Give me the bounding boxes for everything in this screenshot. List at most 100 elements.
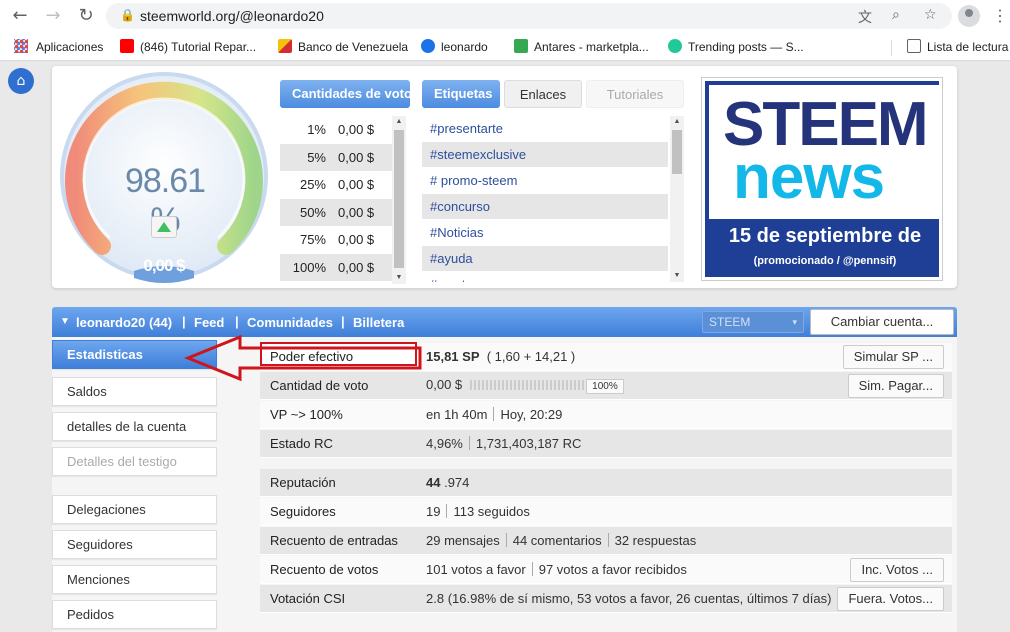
tab-tutoriales[interactable]: Tutoriales xyxy=(586,80,684,108)
vote-slider[interactable] xyxy=(470,380,585,390)
sidebar-item-saldos[interactable]: Saldos xyxy=(52,377,217,406)
back-icon[interactable]: ← xyxy=(10,6,30,26)
incoming-votes-button[interactable]: Inc. Votos ... xyxy=(850,558,944,582)
bookmark-reading-list[interactable]: Lista de lectura xyxy=(907,39,1008,54)
vote-row[interactable]: 75% 0,00 $ xyxy=(280,226,396,254)
tag-item[interactable]: #steemexclusive xyxy=(422,142,668,168)
url-text: steemworld.org/@leonardo20 xyxy=(140,8,324,24)
vote-amounts-box: Cantidades de voto 1% 0,00 $ 5% 0,00 $ 25%… xyxy=(280,80,410,284)
vote-row[interactable]: 100% 0,00 $ xyxy=(280,253,396,281)
tag-item[interactable]: #crypto xyxy=(422,272,668,282)
tab-enlaces[interactable]: Enlaces xyxy=(504,80,582,108)
bookmark-youtube[interactable]: (846) Tutorial Repar... xyxy=(120,39,256,54)
simulate-sp-button[interactable]: Simular SP ... xyxy=(842,345,944,369)
stat-row-poder: Poder efectivo 15,81 SP ( 1,60 + 14,21 )… xyxy=(260,342,952,371)
tag-list: #presentarte #steemexclusive # promo-ste… xyxy=(422,116,668,282)
chevron-down-icon[interactable]: ▼ xyxy=(60,316,70,327)
stat-value: 29 mensajes 44 comentarios 32 respuestas xyxy=(426,533,952,548)
stat-label: Votación CSI xyxy=(270,591,346,606)
stat-label: Seguidores xyxy=(270,504,336,519)
value-separator xyxy=(531,562,533,576)
csi-score: 2.8 xyxy=(426,591,445,606)
tag-item[interactable]: #ayuda xyxy=(422,246,668,272)
vote-amounts-list: 1% 0,00 $ 5% 0,00 $ 25% 0,00 $ 50% 0,00 $ 75… xyxy=(280,116,396,281)
scroll-thumb[interactable] xyxy=(672,130,682,174)
menu-icon[interactable]: ⋮ xyxy=(992,6,1008,26)
reload-icon[interactable]: ↻ xyxy=(76,6,96,26)
nav-separator: | xyxy=(182,314,186,329)
vote-value: 0,00 $ xyxy=(426,377,463,392)
sp-detail: ( 1,60 + 14,21 ) xyxy=(486,349,576,364)
tag-item[interactable]: # promo-steem xyxy=(422,168,668,194)
value-separator xyxy=(493,407,495,421)
scroll-up-icon[interactable]: ▲ xyxy=(392,116,406,128)
tab-etiquetas[interactable]: Etiquetas xyxy=(422,80,500,108)
stat-value: 4,96% 1,731,403,187 RC xyxy=(426,436,952,451)
nav-separator: | xyxy=(235,314,239,329)
outgoing-votes-button[interactable]: Fuera. Votos... xyxy=(837,587,944,611)
gauge-up-button[interactable] xyxy=(151,216,177,238)
gauge-value: 0,00 $ xyxy=(143,256,185,275)
rc-amount: 1,731,403,187 RC xyxy=(475,436,582,451)
bookmark-leonardo[interactable]: leonardo xyxy=(421,39,488,54)
steem-news-banner[interactable]: STEEM news 15 de septiembre de (promocio… xyxy=(701,77,943,281)
tags-scrollbar[interactable]: ▲ ▼ xyxy=(670,116,684,282)
switch-account-button[interactable]: Cambiar cuenta... xyxy=(810,309,954,335)
sp-total: 15,81 SP xyxy=(426,349,480,364)
scroll-down-icon[interactable]: ▼ xyxy=(392,272,406,284)
news-date: 15 de septiembre de xyxy=(728,225,922,247)
vote-row[interactable]: 25% 0,00 $ xyxy=(280,171,396,199)
replies-count: 32 respuestas xyxy=(614,533,697,548)
tag-item[interactable]: #concurso xyxy=(422,194,668,220)
sidebar-item-delegaciones[interactable]: Delegaciones xyxy=(52,495,217,524)
sidebar-item-pedidos[interactable]: Pedidos xyxy=(52,600,217,629)
nav-feed[interactable]: Feed xyxy=(194,315,224,330)
bookmark-trending[interactable]: Trending posts — S... xyxy=(668,39,804,54)
scroll-down-icon[interactable]: ▼ xyxy=(670,270,684,282)
vote-scrollbar[interactable]: ▲ ▼ xyxy=(392,116,406,284)
star-icon[interactable]: ☆ xyxy=(924,7,937,23)
banco-icon xyxy=(278,39,292,53)
steemit-icon xyxy=(421,39,435,53)
account-name[interactable]: leonardo20 (44) xyxy=(76,315,172,330)
news-subtitle: (promocionado / @pennsif) xyxy=(753,255,897,267)
scroll-up-icon[interactable]: ▲ xyxy=(670,116,684,128)
vote-amount: 0,00 $ xyxy=(338,177,375,192)
profile-avatar[interactable] xyxy=(958,5,980,27)
value-separator xyxy=(468,436,470,450)
nav-communities[interactable]: Comunidades xyxy=(247,315,333,330)
tab-vote-amounts[interactable]: Cantidades de voto xyxy=(280,80,410,108)
sidebar-item-seguidores[interactable]: Seguidores xyxy=(52,530,217,559)
sidebar-item-menciones[interactable]: Menciones xyxy=(52,565,217,594)
forward-icon[interactable]: → xyxy=(43,6,63,26)
bookmark-apps[interactable]: Aplicaciones xyxy=(14,39,103,54)
stat-label: Recuento de entradas xyxy=(270,533,398,548)
followers-count[interactable]: 19 xyxy=(426,504,440,519)
sidebar-item-estadisticas[interactable]: Estadisticas xyxy=(52,340,217,369)
bookmark-banco[interactable]: Banco de Venezuela xyxy=(278,39,408,54)
vote-row[interactable]: 1% 0,00 $ xyxy=(280,116,396,144)
vote-row[interactable]: 50% 0,00 $ xyxy=(280,198,396,226)
sim-pay-button[interactable]: Sim. Pagar... xyxy=(847,374,944,398)
tag-item[interactable]: #presentarte xyxy=(422,116,668,142)
vote-pct: 75% xyxy=(299,232,326,247)
sidebar-item-detalles-cuenta[interactable]: detalles de la cuenta xyxy=(52,412,217,441)
vote-row[interactable]: 5% 0,00 $ xyxy=(280,143,396,171)
sidebar-item-detalles-testigo[interactable]: Detalles del testigo xyxy=(52,447,217,476)
token-select[interactable]: STEEM xyxy=(702,311,804,333)
tag-item[interactable]: #Noticias xyxy=(422,220,668,246)
bookmark-separator xyxy=(891,40,892,56)
home-icon[interactable]: ⌂ xyxy=(8,68,34,94)
bookmarks-bar: Aplicaciones (846) Tutorial Repar... Ban… xyxy=(0,33,1010,61)
address-bar[interactable]: 🔒 steemworld.org/@leonardo20 文 ⌕ ☆ xyxy=(106,3,952,29)
following-count[interactable]: 113 seguidos xyxy=(453,504,529,519)
bookmark-antares[interactable]: Antares - marketpla... xyxy=(514,39,649,54)
zoom-icon[interactable]: ⌕ xyxy=(892,7,900,23)
scroll-thumb[interactable] xyxy=(394,130,404,268)
translate-icon[interactable]: 文 xyxy=(858,7,872,27)
value-separator xyxy=(446,504,448,518)
stat-label: VP ~> 100% xyxy=(270,407,343,422)
nav-wallet[interactable]: Billetera xyxy=(353,315,404,330)
vote-amount: 0,00 $ xyxy=(338,149,375,165)
vote-pct: 5% xyxy=(307,149,326,165)
